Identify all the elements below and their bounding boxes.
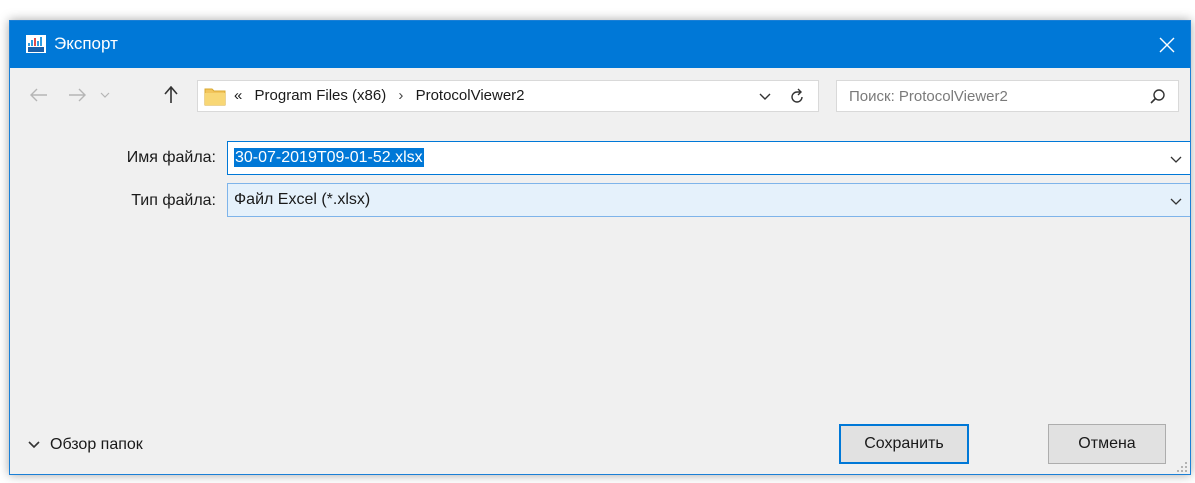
filetype-label: Тип файла: (131, 192, 216, 209)
breadcrumb-item[interactable]: Program Files (x86) (255, 87, 387, 104)
close-button[interactable] (1144, 21, 1190, 68)
forward-arrow-icon (69, 88, 86, 102)
navigation-bar: « Program Files (x86) › ProtocolViewer2 … (10, 68, 1190, 124)
filename-dropdown-button[interactable] (1169, 152, 1183, 166)
refresh-icon (791, 88, 803, 103)
filetype-value: Файл Excel (*.xlsx) (234, 191, 371, 208)
chevron-down-icon (1170, 156, 1182, 163)
chevron-down-icon (1170, 198, 1182, 205)
forward-button[interactable] (66, 84, 88, 106)
search-input[interactable]: Поиск: ProtocolViewer2 (836, 80, 1179, 112)
resize-grip[interactable] (1176, 460, 1188, 472)
path-overflow-indicator[interactable]: « (234, 87, 242, 104)
breadcrumb: « Program Files (x86) › ProtocolViewer2 (234, 87, 533, 105)
chevron-down-icon (100, 92, 110, 98)
window-title: Экспорт (54, 34, 118, 53)
recent-locations-button[interactable] (94, 84, 116, 106)
breadcrumb-separator[interactable]: › (398, 87, 403, 104)
filetype-dropdown-button[interactable] (1169, 194, 1183, 208)
up-button[interactable] (160, 84, 182, 106)
browse-folders-label: Обзор папок (50, 436, 143, 453)
filetype-select[interactable]: Файл Excel (*.xlsx) (227, 183, 1190, 217)
cancel-button[interactable]: Отмена (1048, 424, 1166, 464)
close-icon (1159, 37, 1175, 52)
back-button[interactable] (28, 84, 50, 106)
refresh-button[interactable] (788, 88, 806, 106)
export-dialog: Экспорт « Program Files (x86) › Protocol… (9, 20, 1191, 475)
address-bar[interactable]: « Program Files (x86) › ProtocolViewer2 (197, 80, 819, 112)
back-arrow-icon (30, 88, 47, 102)
breadcrumb-item[interactable]: ProtocolViewer2 (416, 87, 525, 104)
filename-label: Имя файла: (126, 149, 216, 166)
browse-folders-toggle[interactable]: Обзор папок (28, 435, 143, 455)
address-dropdown-button[interactable] (758, 89, 772, 103)
folder-icon (204, 86, 226, 106)
filename-selected-text: 30-07-2019T09-01-52.xlsx (234, 148, 424, 167)
chevron-down-icon (28, 441, 40, 449)
filename-value: 30-07-2019T09-01-52.xlsx (234, 148, 424, 168)
search-icon[interactable] (1150, 88, 1166, 104)
search-placeholder: Поиск: ProtocolViewer2 (849, 88, 1008, 105)
filename-field[interactable]: 30-07-2019T09-01-52.xlsx (227, 141, 1190, 175)
save-button[interactable]: Сохранить (839, 424, 969, 464)
app-icon (26, 35, 46, 53)
title-bar: Экспорт (10, 21, 1190, 68)
chevron-down-icon (759, 93, 771, 100)
up-arrow-icon (164, 86, 178, 103)
